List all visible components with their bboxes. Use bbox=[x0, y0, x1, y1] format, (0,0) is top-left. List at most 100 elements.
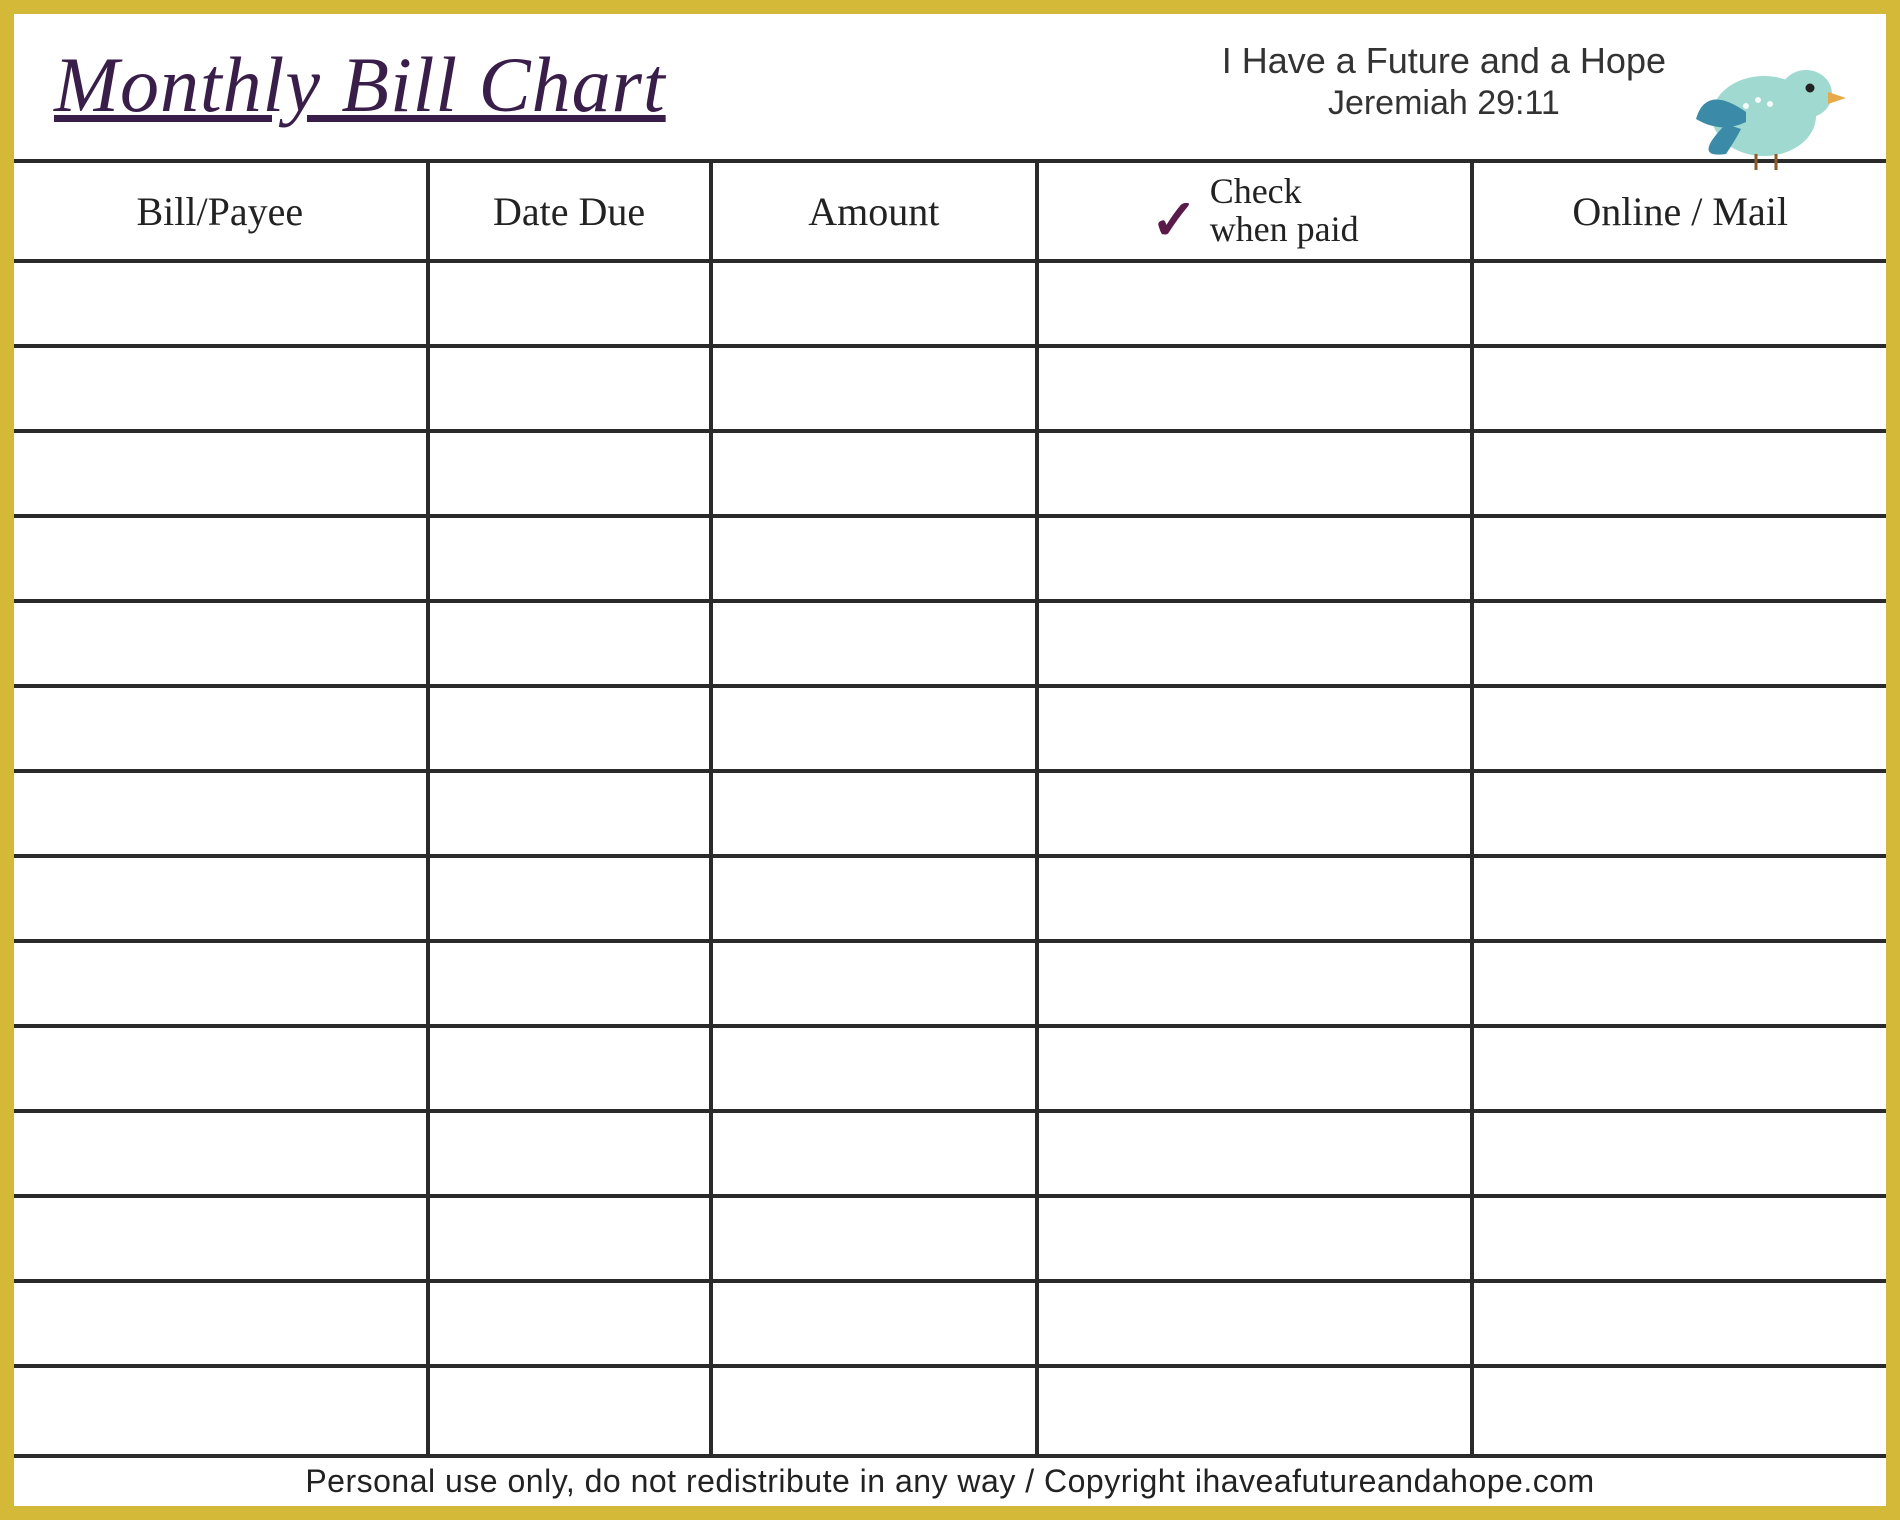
cell-amount bbox=[711, 431, 1038, 516]
cell-payee bbox=[14, 771, 428, 856]
cell-payee bbox=[14, 516, 428, 601]
check-label-line2: when paid bbox=[1210, 209, 1359, 249]
col-header-amount: Amount bbox=[711, 161, 1038, 261]
table-row bbox=[14, 1026, 1886, 1111]
table-row bbox=[14, 431, 1886, 516]
table-row bbox=[14, 1196, 1886, 1281]
cell-amount bbox=[711, 1366, 1038, 1456]
cell-check bbox=[1037, 941, 1472, 1026]
cell-payee bbox=[14, 856, 428, 941]
table-header-row: Bill/Payee Date Due Amount ✓ Check when … bbox=[14, 161, 1886, 261]
table-row bbox=[14, 686, 1886, 771]
cell-check bbox=[1037, 1366, 1472, 1456]
cell-payee bbox=[14, 431, 428, 516]
footer-copyright: Personal use only, do not redistribute i… bbox=[14, 1463, 1886, 1500]
cell-online-mail bbox=[1472, 941, 1886, 1026]
cell-amount bbox=[711, 346, 1038, 431]
cell-check bbox=[1037, 601, 1472, 686]
cell-payee bbox=[14, 1026, 428, 1111]
checkmark-icon: ✓ bbox=[1151, 192, 1198, 251]
cell-online-mail bbox=[1472, 261, 1886, 346]
cell-check bbox=[1037, 771, 1472, 856]
cell-amount bbox=[711, 856, 1038, 941]
cell-amount bbox=[711, 1111, 1038, 1196]
page-title: Monthly Bill Chart bbox=[54, 40, 666, 130]
cell-online-mail bbox=[1472, 1026, 1886, 1111]
table-row bbox=[14, 771, 1886, 856]
cell-check bbox=[1037, 261, 1472, 346]
cell-payee bbox=[14, 1281, 428, 1366]
bill-table: Bill/Payee Date Due Amount ✓ Check when … bbox=[14, 159, 1886, 1458]
cell-payee bbox=[14, 1196, 428, 1281]
cell-check bbox=[1037, 346, 1472, 431]
cell-payee bbox=[14, 346, 428, 431]
cell-amount bbox=[711, 686, 1038, 771]
tagline-line2: Jeremiah 29:11 bbox=[1222, 84, 1666, 123]
cell-check bbox=[1037, 516, 1472, 601]
col-header-payee: Bill/Payee bbox=[14, 161, 428, 261]
cell-date-due bbox=[428, 346, 711, 431]
cell-payee bbox=[14, 686, 428, 771]
cell-online-mail bbox=[1472, 771, 1886, 856]
cell-check bbox=[1037, 856, 1472, 941]
cell-date-due bbox=[428, 1366, 711, 1456]
cell-amount bbox=[711, 771, 1038, 856]
cell-date-due bbox=[428, 516, 711, 601]
cell-online-mail bbox=[1472, 516, 1886, 601]
cell-date-due bbox=[428, 771, 711, 856]
cell-amount bbox=[711, 601, 1038, 686]
cell-online-mail bbox=[1472, 346, 1886, 431]
cell-payee bbox=[14, 261, 428, 346]
cell-amount bbox=[711, 1196, 1038, 1281]
table-row bbox=[14, 261, 1886, 346]
table-row bbox=[14, 516, 1886, 601]
tagline: I Have a Future and a Hope Jeremiah 29:1… bbox=[1222, 40, 1666, 123]
cell-online-mail bbox=[1472, 1366, 1886, 1456]
cell-online-mail bbox=[1472, 431, 1886, 516]
table-row bbox=[14, 1111, 1886, 1196]
cell-date-due bbox=[428, 686, 711, 771]
cell-amount bbox=[711, 516, 1038, 601]
cell-date-due bbox=[428, 261, 711, 346]
cell-online-mail bbox=[1472, 856, 1886, 941]
cell-online-mail bbox=[1472, 1281, 1886, 1366]
cell-online-mail bbox=[1472, 601, 1886, 686]
check-label-line1: Check bbox=[1210, 171, 1302, 211]
cell-amount bbox=[711, 941, 1038, 1026]
cell-amount bbox=[711, 1281, 1038, 1366]
bird-icon bbox=[1686, 44, 1856, 179]
cell-amount bbox=[711, 1026, 1038, 1111]
tagline-line1: I Have a Future and a Hope bbox=[1222, 40, 1666, 82]
cell-date-due bbox=[428, 1196, 711, 1281]
cell-amount bbox=[711, 261, 1038, 346]
cell-check bbox=[1037, 1111, 1472, 1196]
col-header-check: ✓ Check when paid bbox=[1037, 161, 1472, 261]
table-row bbox=[14, 941, 1886, 1026]
cell-payee bbox=[14, 601, 428, 686]
cell-payee bbox=[14, 941, 428, 1026]
cell-payee bbox=[14, 1366, 428, 1456]
header: Monthly Bill Chart I Have a Future and a… bbox=[14, 14, 1886, 159]
cell-date-due bbox=[428, 431, 711, 516]
table-row bbox=[14, 856, 1886, 941]
cell-payee bbox=[14, 1111, 428, 1196]
table-row bbox=[14, 601, 1886, 686]
cell-online-mail bbox=[1472, 1111, 1886, 1196]
cell-date-due bbox=[428, 1111, 711, 1196]
cell-date-due bbox=[428, 1026, 711, 1111]
cell-check bbox=[1037, 1281, 1472, 1366]
table-row bbox=[14, 1281, 1886, 1366]
cell-online-mail bbox=[1472, 1196, 1886, 1281]
cell-date-due bbox=[428, 1281, 711, 1366]
cell-online-mail bbox=[1472, 686, 1886, 771]
table-row bbox=[14, 1366, 1886, 1456]
table-row bbox=[14, 346, 1886, 431]
cell-check bbox=[1037, 1026, 1472, 1111]
col-header-date-due: Date Due bbox=[428, 161, 711, 261]
cell-check bbox=[1037, 431, 1472, 516]
cell-check bbox=[1037, 686, 1472, 771]
cell-date-due bbox=[428, 601, 711, 686]
cell-date-due bbox=[428, 941, 711, 1026]
cell-date-due bbox=[428, 856, 711, 941]
cell-check bbox=[1037, 1196, 1472, 1281]
